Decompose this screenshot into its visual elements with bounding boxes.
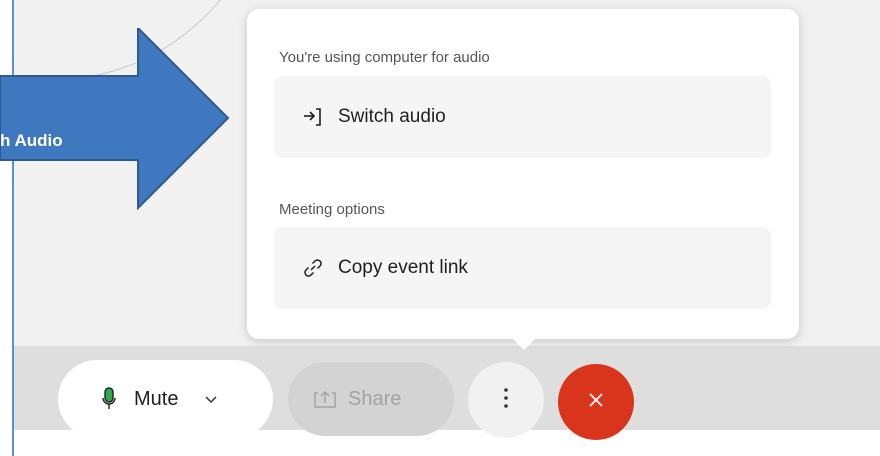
chevron-down-icon[interactable] (204, 394, 218, 404)
callout-label: h Audio (0, 131, 63, 150)
share-label: Share (348, 387, 402, 410)
share-icon (314, 389, 336, 409)
mute-label: Mute (134, 387, 179, 410)
switch-audio-button[interactable]: Switch audio (274, 76, 771, 158)
link-icon (302, 257, 324, 279)
switch-audio-icon (302, 106, 324, 128)
share-button[interactable]: Share (288, 362, 454, 436)
microphone-icon (102, 387, 116, 411)
audio-section-header: You're using computer for audio (279, 49, 490, 66)
callout-arrow-shape (0, 28, 230, 210)
copy-event-link-label: Copy event link (338, 257, 468, 278)
close-icon (587, 391, 605, 413)
more-options-menu: You're using computer for audio Switch a… (247, 9, 799, 339)
menu-pointer (510, 336, 538, 350)
meeting-options-header: Meeting options (279, 201, 385, 218)
end-meeting-button[interactable] (558, 364, 634, 440)
mute-button[interactable]: Mute (58, 360, 273, 438)
switch-audio-label: Switch audio (338, 106, 446, 127)
more-vertical-icon (503, 387, 509, 413)
more-options-button[interactable] (468, 362, 544, 438)
copy-event-link-button[interactable]: Copy event link (274, 227, 771, 309)
callout-arrow: h Audio (0, 28, 240, 210)
